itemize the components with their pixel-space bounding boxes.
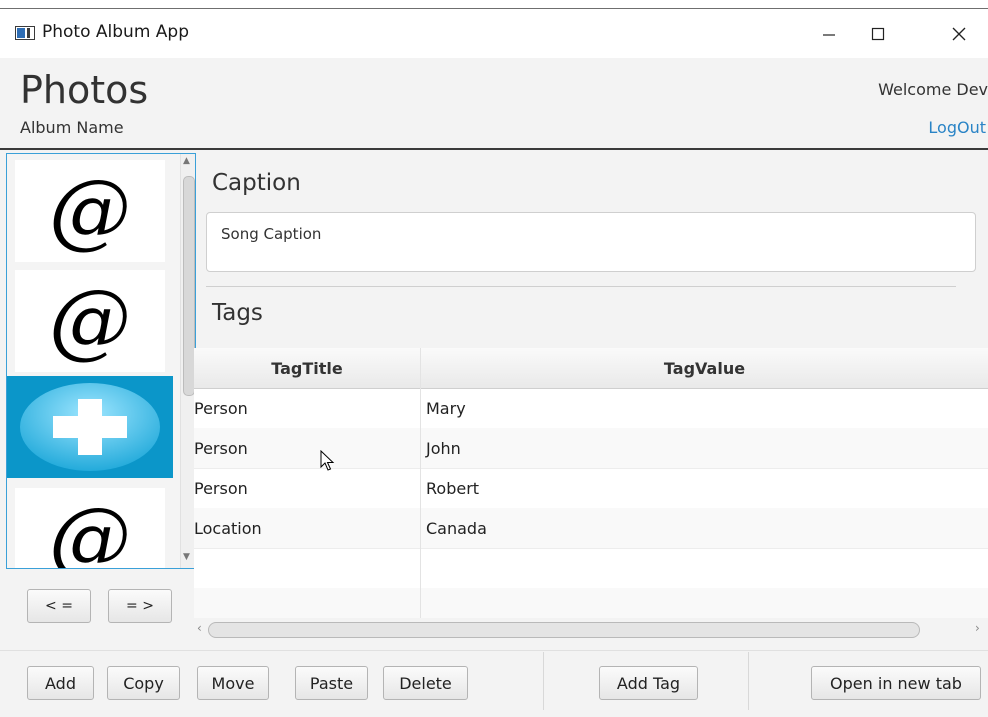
logout-link[interactable]: LogOut [928,118,986,137]
welcome-label: Welcome Dev [878,80,988,99]
close-icon [952,27,966,41]
section-divider [206,286,956,287]
tag-title-cell: Location [194,518,262,538]
toolbar-separator [748,652,749,710]
table-header: TagTitle TagValue [194,348,988,389]
maximize-icon [871,27,885,41]
copy-button[interactable]: Copy [107,666,180,700]
tag-value-cell: Robert [426,478,480,498]
toolbar-divider [0,650,988,651]
close-button[interactable] [936,18,982,50]
scroll-down-icon[interactable]: ▼ [183,552,190,562]
photo-thumbnail-list[interactable]: @ @ @ ▲ ▼ [6,153,196,569]
column-header-tagtitle[interactable]: TagTitle [194,348,420,388]
caption-heading: Caption [212,170,301,196]
top-border [0,8,988,9]
app-icon [15,26,35,40]
at-symbol-image: @ [49,491,131,569]
add-button[interactable]: Add [27,666,94,700]
minimize-icon [823,34,835,36]
delete-button[interactable]: Delete [383,666,468,700]
window-title: Photo Album App [42,22,189,42]
toolbar-separator [543,652,544,710]
add-tag-button[interactable]: Add Tag [599,666,698,700]
plus-image [20,383,160,471]
at-symbol-image: @ [49,273,131,368]
minimize-button[interactable] [806,18,852,50]
table-row-empty [194,548,988,589]
table-row-empty [194,588,988,618]
photo-thumbnail[interactable]: @ [15,270,165,372]
next-photo-button[interactable]: = > [108,589,172,623]
table-row[interactable]: Location Canada [194,508,988,549]
table-scroll-thumb[interactable] [208,622,920,638]
tag-value-cell: Mary [426,398,466,418]
tags-table[interactable]: TagTitle TagValue Person Mary Person Joh… [194,348,988,618]
photo-thumbnail[interactable]: @ [15,160,165,262]
move-button[interactable]: Move [197,666,269,700]
open-in-new-tab-button[interactable]: Open in new tab [811,666,981,700]
mouse-cursor-icon [320,450,335,471]
paste-button[interactable]: Paste [295,666,368,700]
tag-value-cell: John [426,438,461,458]
photo-thumbnail-selected[interactable] [7,376,173,478]
scroll-right-icon[interactable]: › [975,621,980,635]
table-row[interactable]: Person Mary [194,388,988,429]
tag-title-cell: Person [194,438,248,458]
photo-thumbnail[interactable]: @ [15,488,165,569]
column-divider [420,348,421,618]
table-row[interactable]: Person Robert [194,468,988,509]
tag-value-cell: Canada [426,518,487,538]
column-header-tagvalue[interactable]: TagValue [421,348,988,388]
tags-heading: Tags [212,300,263,326]
page-title: Photos [20,68,149,112]
at-symbol-image: @ [49,163,131,258]
table-row[interactable]: Person John [194,428,988,469]
album-name-label: Album Name [20,118,124,137]
tag-title-cell: Person [194,398,248,418]
scroll-up-icon[interactable]: ▲ [183,156,190,166]
maximize-button[interactable] [855,18,901,50]
previous-photo-button[interactable]: < = [27,589,91,623]
tag-title-cell: Person [194,478,248,498]
scroll-left-icon[interactable]: ‹ [197,621,202,635]
caption-field[interactable]: Song Caption [206,212,976,272]
